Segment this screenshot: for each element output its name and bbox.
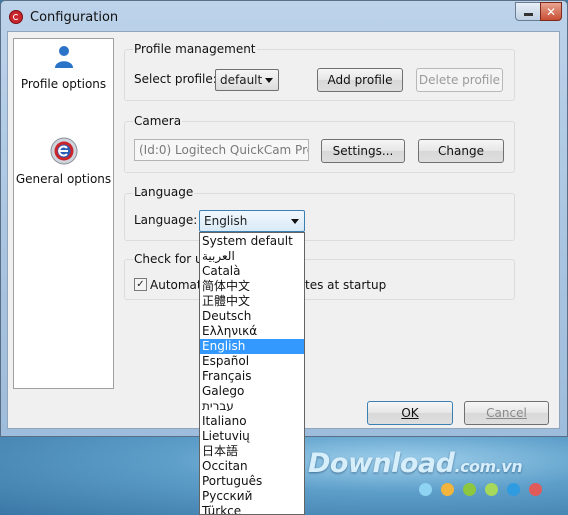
profile-management-label: Profile management xyxy=(133,42,257,56)
app-logo-icon xyxy=(9,10,23,24)
watermark-dot xyxy=(463,483,476,496)
language-option[interactable]: Türkçe xyxy=(200,504,304,514)
language-option[interactable]: 简体中文 xyxy=(200,279,304,294)
language-option[interactable]: עברית xyxy=(200,399,304,414)
auto-update-checkbox[interactable]: ✓ xyxy=(134,278,147,291)
language-option[interactable]: Occitan xyxy=(200,459,304,474)
language-option[interactable]: Lietuvių xyxy=(200,429,304,444)
watermark-logo: Download.com.vn xyxy=(308,448,523,479)
nav-item-label: General options xyxy=(15,172,112,186)
add-profile-button[interactable]: Add profile xyxy=(317,68,403,92)
camera-label: Camera xyxy=(133,114,183,128)
language-option[interactable]: English xyxy=(200,339,304,354)
nav-item-label: Profile options xyxy=(20,77,107,91)
language-option[interactable]: 日本語 xyxy=(200,444,304,459)
ok-label: OK xyxy=(401,406,419,420)
cancel-button[interactable]: Cancel xyxy=(464,401,549,425)
language-option[interactable]: System default xyxy=(200,234,304,249)
chevron-down-icon xyxy=(265,78,273,83)
minimize-icon xyxy=(523,13,533,16)
nav-item-general-options[interactable]: General options xyxy=(14,137,113,186)
select-profile-label: Select profile: xyxy=(134,72,217,86)
close-icon: ✕ xyxy=(545,4,557,19)
language-option[interactable]: Русский xyxy=(200,489,304,504)
profile-select-value: default xyxy=(220,73,263,87)
language-option[interactable]: Català xyxy=(200,264,304,279)
profile-select[interactable]: default xyxy=(215,69,279,91)
language-select-value: English xyxy=(204,214,248,228)
change-camera-button[interactable]: Change xyxy=(418,139,504,163)
language-option[interactable]: العربية xyxy=(200,249,304,264)
language-group-label: Language xyxy=(133,185,195,199)
camera-device-field[interactable]: (Id:0) Logitech QuickCam Pro 9 xyxy=(134,139,309,161)
watermark-dot xyxy=(507,483,520,496)
camera-settings-button[interactable]: Settings... xyxy=(321,139,405,163)
language-option[interactable]: Italiano xyxy=(200,414,304,429)
language-option[interactable]: Français xyxy=(200,369,304,384)
language-option[interactable]: Deutsch xyxy=(200,309,304,324)
chevron-down-icon xyxy=(291,219,299,224)
language-select[interactable]: English xyxy=(199,210,305,232)
camera-device-value: (Id:0) Logitech QuickCam Pro 9 xyxy=(139,143,309,157)
app-logo-icon xyxy=(50,137,77,165)
language-option[interactable]: 正體中文 xyxy=(200,294,304,309)
window-title: Configuration xyxy=(30,10,119,25)
ok-button[interactable]: OK xyxy=(367,401,453,425)
cancel-label: Cancel xyxy=(486,406,527,420)
check-icon: ✓ xyxy=(136,279,145,290)
delete-profile-button[interactable]: Delete profile xyxy=(416,68,503,92)
language-label: Language: xyxy=(134,213,198,227)
auto-update-label-left: Automati xyxy=(150,278,205,292)
auto-update-label-right: tes at startup xyxy=(305,278,387,292)
language-option[interactable]: Galego xyxy=(200,384,304,399)
user-icon xyxy=(54,46,73,68)
language-dropdown-list[interactable]: System default العربية Català 简体中文 正體中文 Deuts… xyxy=(199,232,305,515)
watermark-dot xyxy=(419,483,432,496)
minimize-button[interactable] xyxy=(515,2,541,21)
language-option[interactable]: Português xyxy=(200,474,304,489)
nav-item-profile-options[interactable]: Profile options xyxy=(14,45,113,91)
close-button[interactable]: ✕ xyxy=(540,2,562,21)
options-nav: Profile options General options xyxy=(13,38,114,389)
watermark-dot xyxy=(441,483,454,496)
language-option[interactable]: Ελληνικά xyxy=(200,324,304,339)
watermark-dot xyxy=(529,483,542,496)
language-option[interactable]: Español xyxy=(200,354,304,369)
watermark-dot xyxy=(485,483,498,496)
title-bar[interactable]: Configuration ✕ xyxy=(1,1,567,33)
